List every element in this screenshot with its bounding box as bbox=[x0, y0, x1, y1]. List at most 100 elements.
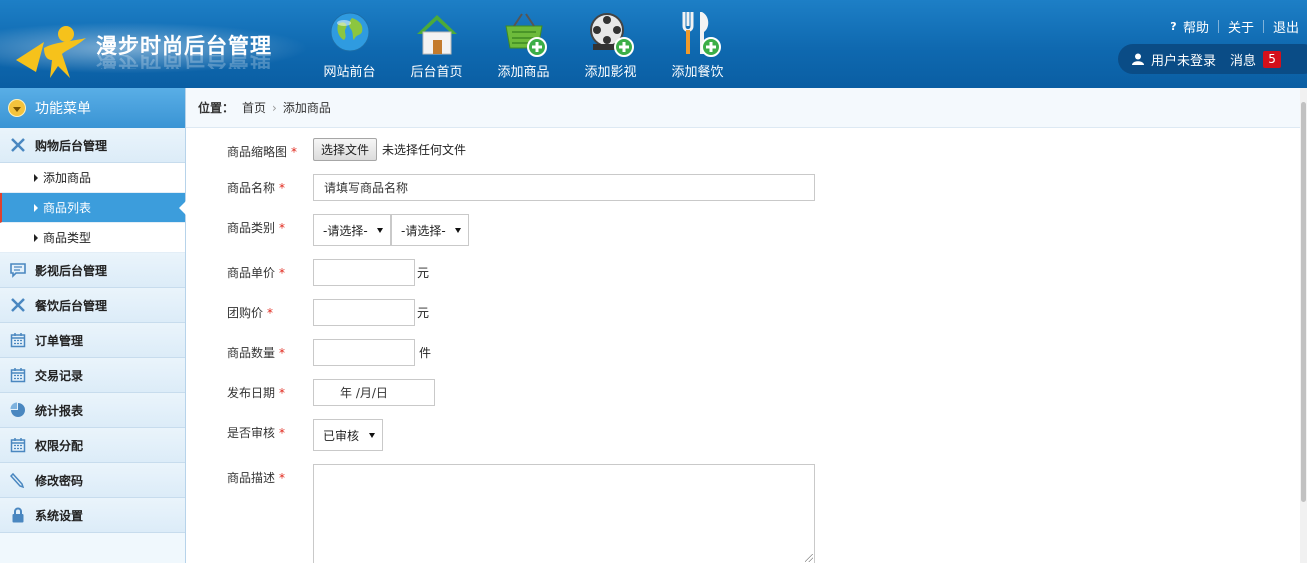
category-select-secondary[interactable]: -请选择- bbox=[391, 214, 469, 246]
description-textarea[interactable] bbox=[313, 464, 815, 563]
app-title-reflection: 漫步时尚后台管理 bbox=[96, 55, 272, 69]
nav-add-film[interactable]: 添加影视 bbox=[567, 10, 654, 84]
divider bbox=[1262, 20, 1264, 33]
user-status[interactable]: 用户未登录 bbox=[1151, 50, 1216, 69]
nav-label: 添加影视 bbox=[584, 65, 637, 80]
dropdown-arrow-icon bbox=[377, 228, 383, 233]
user-bar: 用户未登录 消息 5 bbox=[1118, 44, 1307, 74]
group-price-unit: 元 bbox=[417, 306, 430, 320]
sidebar-group-label: 修改密码 bbox=[35, 473, 84, 488]
breadcrumb-home[interactable]: 首页 bbox=[242, 99, 266, 116]
file-status: 未选择任何文件 bbox=[382, 143, 467, 157]
nav-add-dining[interactable]: 添加餐饮 bbox=[654, 10, 741, 84]
fork-knife-add-icon bbox=[682, 12, 721, 57]
sidebar-group-reports[interactable]: 统计报表 bbox=[0, 393, 185, 428]
description-label: 商品描述 * bbox=[227, 469, 285, 486]
sidebar-group-shopping[interactable]: 购物后台管理 bbox=[0, 128, 185, 163]
sidebar-group-label: 影视后台管理 bbox=[35, 263, 108, 278]
resize-grip-icon[interactable] bbox=[805, 554, 813, 562]
category-field: -请选择- -请选择- bbox=[313, 214, 469, 246]
product-name-input[interactable]: 请填写商品名称 bbox=[313, 174, 815, 201]
nav-label: 添加商品 bbox=[497, 65, 550, 80]
sidebar-group-label: 购物后台管理 bbox=[35, 138, 108, 153]
scrollbar-thumb[interactable] bbox=[1301, 102, 1306, 502]
vertical-scrollbar[interactable] bbox=[1300, 88, 1307, 563]
about-link[interactable]: 关于 bbox=[1228, 17, 1254, 36]
required-mark: * bbox=[279, 386, 286, 400]
sidebar-group-orders[interactable]: 订单管理 bbox=[0, 323, 185, 358]
chevron-right-icon: › bbox=[272, 100, 277, 115]
sidebar-group-label: 权限分配 bbox=[35, 438, 84, 453]
nav-label: 网站前台 bbox=[323, 65, 376, 80]
sidebar-group-settings[interactable]: 系统设置 bbox=[0, 498, 185, 533]
publish-date-input[interactable]: 年 /月/日 bbox=[313, 379, 435, 406]
quantity-label: 商品数量 * bbox=[227, 344, 285, 361]
nav-website-front[interactable]: 网站前台 bbox=[306, 10, 393, 84]
required-mark: * bbox=[279, 471, 286, 485]
price-input[interactable] bbox=[313, 259, 415, 286]
sidebar-item-label: 商品类型 bbox=[43, 231, 92, 245]
label-text: 团购价 bbox=[227, 306, 264, 320]
name-label: 商品名称 * bbox=[227, 179, 285, 196]
breadcrumb: 位置： 首页 › 添加商品 bbox=[186, 88, 1300, 128]
chevron-down-icon bbox=[8, 99, 26, 117]
nav-admin-home[interactable]: 后台首页 bbox=[393, 10, 480, 84]
label-text: 发布日期 bbox=[227, 386, 276, 400]
label-text: 商品描述 bbox=[227, 471, 276, 485]
logout-link[interactable]: 退出 bbox=[1273, 17, 1299, 36]
sidebar-item-product-list[interactable]: 商品列表 bbox=[0, 193, 186, 223]
chat-icon bbox=[10, 263, 26, 278]
nav-label: 后台首页 bbox=[410, 65, 463, 80]
messages-link[interactable]: 消息 bbox=[1230, 50, 1256, 69]
quantity-unit: 件 bbox=[419, 346, 432, 360]
nav-add-product[interactable]: 添加商品 bbox=[480, 10, 567, 84]
globe-icon bbox=[330, 12, 369, 52]
publish-date-label: 发布日期 * bbox=[227, 384, 285, 401]
required-mark: * bbox=[267, 306, 274, 320]
label-text: 商品单价 bbox=[227, 266, 276, 280]
sidebar-group-label: 餐饮后台管理 bbox=[35, 298, 108, 313]
sidebar-group-change-password[interactable]: 修改密码 bbox=[0, 463, 185, 498]
basket-add-icon bbox=[504, 13, 547, 57]
triangle-right-icon bbox=[34, 203, 38, 212]
label-text: 商品名称 bbox=[227, 181, 276, 195]
triangle-right-icon bbox=[34, 233, 38, 242]
menu-title: 功能菜单 bbox=[35, 101, 91, 117]
audit-field: 已审核 bbox=[313, 419, 383, 451]
category-select-primary[interactable]: -请选择- bbox=[313, 214, 391, 246]
group-price-input[interactable] bbox=[313, 299, 415, 326]
menu-header[interactable]: 功能菜单 bbox=[0, 88, 185, 128]
sidebar-group-permissions[interactable]: 权限分配 bbox=[0, 428, 185, 463]
film-reel-add-icon bbox=[589, 13, 634, 57]
select-value: -请选择- bbox=[401, 223, 446, 238]
question-icon: ? bbox=[1170, 20, 1177, 33]
sidebar-item-label: 商品列表 bbox=[43, 201, 92, 215]
sidebar-group-film[interactable]: 影视后台管理 bbox=[0, 253, 185, 288]
help-link[interactable]: 帮助 bbox=[1183, 17, 1209, 36]
audit-select[interactable]: 已审核 bbox=[313, 419, 383, 451]
sidebar-group-label: 订单管理 bbox=[35, 333, 84, 348]
quantity-input[interactable] bbox=[313, 339, 415, 366]
price-label: 商品单价 * bbox=[227, 264, 285, 281]
message-count-badge[interactable]: 5 bbox=[1263, 50, 1282, 68]
required-mark: * bbox=[279, 346, 286, 360]
user-icon bbox=[1132, 53, 1144, 65]
divider bbox=[1217, 20, 1219, 33]
breadcrumb-prefix: 位置： bbox=[198, 101, 235, 115]
calendar-icon bbox=[10, 438, 26, 453]
sidebar-group-transactions[interactable]: 交易记录 bbox=[0, 358, 185, 393]
quantity-field: 件 bbox=[313, 339, 431, 366]
dropdown-arrow-icon bbox=[455, 228, 461, 233]
sidebar-item-product-type[interactable]: 商品类型 bbox=[0, 223, 185, 253]
pen-icon bbox=[10, 472, 25, 488]
required-mark: * bbox=[279, 426, 286, 440]
breadcrumb-current: 添加商品 bbox=[282, 101, 331, 115]
top-links: ? 帮助 关于 退出 bbox=[1167, 17, 1299, 36]
label-text: 商品数量 bbox=[227, 346, 276, 360]
select-value: -请选择- bbox=[323, 223, 368, 238]
sidebar-item-add-product[interactable]: 添加商品 bbox=[0, 163, 185, 193]
choose-file-button[interactable]: 选择文件 bbox=[313, 138, 378, 161]
sidebar-group-dining[interactable]: 餐饮后台管理 bbox=[0, 288, 185, 323]
sidebar-item-label: 添加商品 bbox=[43, 171, 92, 185]
sidebar: 功能菜单 购物后台管理 添加商品 商品列表 商品类型 影视后台管理 餐饮后台管理… bbox=[0, 88, 186, 563]
